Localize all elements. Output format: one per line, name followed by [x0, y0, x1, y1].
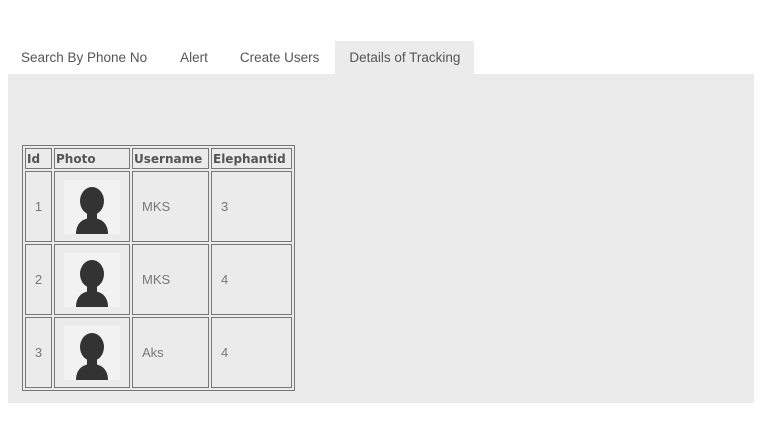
table-row: 2 MKS 4	[25, 244, 292, 315]
cell-elephantid: 3	[211, 171, 292, 242]
tab-details-of-tracking[interactable]: Details of Tracking	[335, 41, 475, 74]
user-silhouette-icon	[64, 325, 120, 380]
table-header-row: Id Photo Username Elephantid	[25, 148, 292, 169]
cell-id: 1	[25, 171, 52, 242]
column-header-elephantid: Elephantid	[211, 148, 292, 169]
cell-username: MKS	[132, 244, 209, 315]
tab-create-users[interactable]: Create Users	[224, 41, 336, 74]
table-row: 1 MKS 3	[25, 171, 292, 242]
user-silhouette-icon	[64, 179, 120, 234]
cell-photo	[54, 171, 130, 242]
tab-search-by-phone[interactable]: Search By Phone No	[8, 41, 164, 74]
tracking-table: Id Photo Username Elephantid 1 MKS 3 2 M…	[22, 145, 295, 391]
tab-panel-details-of-tracking: Id Photo Username Elephantid 1 MKS 3 2 M…	[8, 74, 754, 403]
column-header-id: Id	[25, 148, 52, 169]
cell-id: 3	[25, 317, 52, 388]
cell-photo	[54, 244, 130, 315]
tab-alert[interactable]: Alert	[164, 41, 224, 74]
user-silhouette-icon	[64, 252, 120, 307]
tab-bar: Search By Phone No Alert Create Users De…	[8, 41, 475, 74]
cell-id: 2	[25, 244, 52, 315]
cell-elephantid: 4	[211, 317, 292, 388]
cell-username: Aks	[132, 317, 209, 388]
cell-elephantid: 4	[211, 244, 292, 315]
table-row: 3 Aks 4	[25, 317, 292, 388]
column-header-username: Username	[132, 148, 209, 169]
cell-username: MKS	[132, 171, 209, 242]
cell-photo	[54, 317, 130, 388]
column-header-photo: Photo	[54, 148, 130, 169]
